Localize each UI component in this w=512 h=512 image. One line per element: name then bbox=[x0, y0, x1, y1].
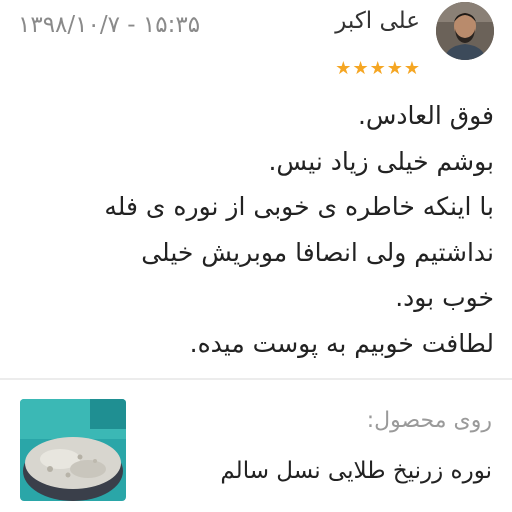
review-card: علی اکبر ★ ★ ★ ★ ★ ۱۳۹۸/۱۰/۷ - ۱۵:۳۵ فوق الع… bbox=[0, 0, 512, 378]
comment-line: با اینکه خاطره ی خوبی از نوره ی فله bbox=[104, 192, 494, 221]
comment-line: نداشتیم ولی انصافا موبریش خیلی bbox=[141, 237, 494, 267]
review-header: علی اکبر ★ ★ ★ ★ ★ ۱۳۹۸/۱۰/۷ - ۱۵:۳۵ bbox=[0, 0, 512, 90]
star-icon: ★ bbox=[335, 58, 352, 79]
on-product-label: روی محصول: bbox=[366, 408, 492, 433]
review-comment: فوق العادس. بوشم خیلی زیاد نیس. با اینکه خ… bbox=[14, 93, 494, 366]
star-icon: ★ bbox=[386, 58, 403, 79]
star-icon: ★ bbox=[369, 58, 386, 79]
star-icon: ★ bbox=[352, 58, 369, 79]
product-link[interactable]: روی محصول: نوره زرنیخ طلایی نسل سالم bbox=[0, 380, 512, 512]
comment-line: لطافت خوبیم به پوست میده. bbox=[189, 328, 494, 358]
comment-line: بوشم خیلی زیاد نیس. bbox=[268, 146, 494, 176]
review-date: ۱۳۹۸/۱۰/۷ - ۱۵:۳۵ bbox=[18, 12, 201, 38]
star-icon: ★ bbox=[403, 58, 420, 79]
rating-stars: ★ ★ ★ ★ ★ bbox=[335, 60, 420, 78]
product-image bbox=[20, 399, 126, 501]
avatar-photo bbox=[436, 2, 494, 60]
author-avatar[interactable] bbox=[436, 2, 494, 60]
comment-line: فوق العادس. bbox=[357, 101, 494, 130]
comment-line: خوب بود. bbox=[395, 283, 494, 312]
author-name: علی اکبر bbox=[335, 8, 420, 34]
product-thumbnail[interactable] bbox=[20, 399, 126, 501]
product-name[interactable]: نوره زرنیخ طلایی نسل سالم bbox=[220, 458, 492, 484]
